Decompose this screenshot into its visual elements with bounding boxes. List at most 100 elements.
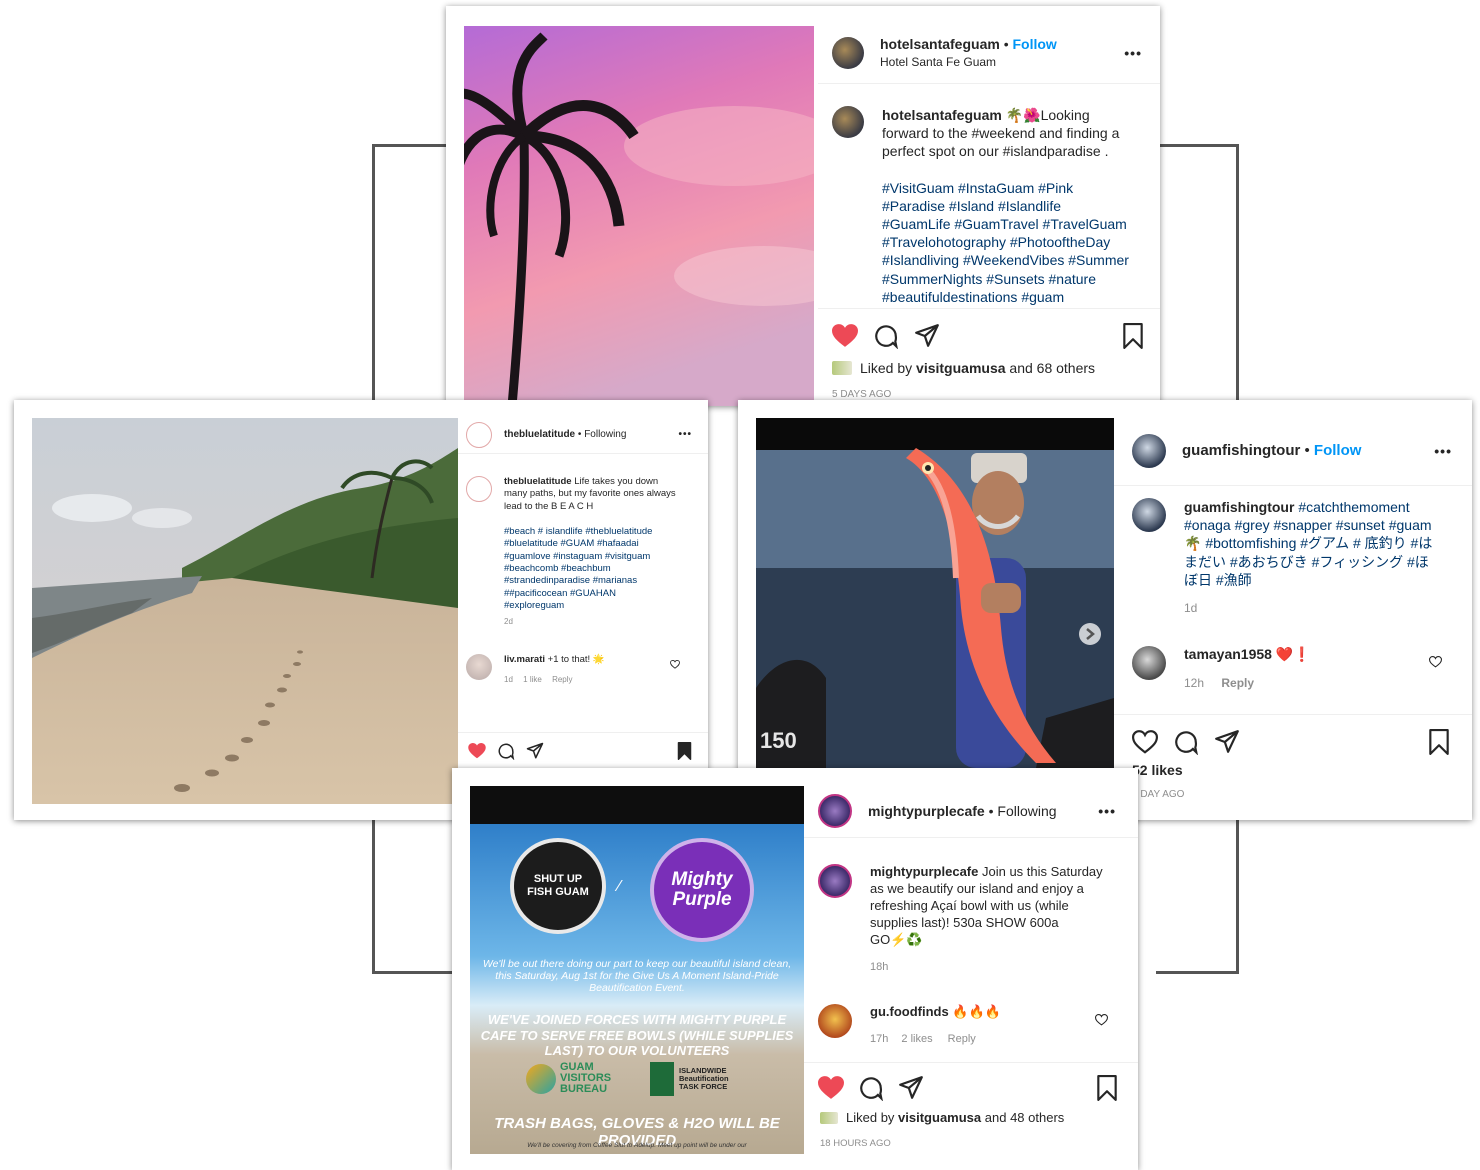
caption-username[interactable]: guamfishingtour	[1184, 499, 1294, 515]
username-link[interactable]: thebluelatitude	[504, 429, 575, 440]
bookmark-icon[interactable]	[1122, 322, 1144, 349]
likes-summary: Liked by visitguamusa and 68 others	[818, 360, 1160, 376]
avatar[interactable]	[818, 793, 852, 828]
avatar[interactable]	[466, 476, 492, 502]
heart-icon[interactable]	[1132, 729, 1158, 754]
share-icon[interactable]	[526, 742, 544, 760]
post-photo-cleanup-poster[interactable]: SHUT UP FISH GUAM ⁄ Mighty Purple We'll …	[470, 786, 804, 1154]
comment-username[interactable]: liv.marati	[504, 654, 545, 665]
comment-username[interactable]: gu.foodfinds	[870, 1004, 949, 1019]
avatar[interactable]	[466, 654, 492, 680]
follow-button[interactable]: Follow	[1013, 36, 1057, 52]
comment-likes[interactable]: 1 like	[523, 675, 542, 684]
post-card-mightypurplecafe: SHUT UP FISH GUAM ⁄ Mighty Purple We'll …	[452, 768, 1138, 1170]
action-bar	[804, 1062, 1138, 1112]
caption-username[interactable]: hotelsantafeguam	[882, 107, 1002, 123]
heart-icon[interactable]	[818, 1075, 844, 1100]
avatar[interactable]	[832, 36, 864, 69]
following-button[interactable]: Following	[584, 429, 626, 440]
comment-row: tamayan1958 ❤️❗ 12h Reply	[1114, 646, 1472, 690]
more-options-icon[interactable]: •••	[678, 429, 692, 440]
liked-by-suffix[interactable]: and 48 others	[985, 1110, 1065, 1125]
comment-like-heart-icon[interactable]	[1429, 656, 1442, 668]
caption-age: 18h	[870, 961, 889, 974]
reply-button[interactable]: Reply	[1221, 676, 1254, 690]
post-photo-palm-sunset[interactable]	[464, 26, 814, 406]
post-sidebar: thebluelatitude • Following ••• thebluel…	[458, 400, 708, 820]
poster-line-1: We'll be out there doing our part to kee…	[482, 958, 792, 995]
avatar[interactable]	[818, 1004, 852, 1038]
share-icon[interactable]	[914, 323, 940, 349]
comment-text: 🔥🔥🔥	[952, 1004, 1001, 1019]
avatar[interactable]	[1132, 646, 1166, 680]
post-photo-beach-footprints[interactable]	[32, 418, 458, 804]
bookmark-icon[interactable]	[1096, 1074, 1118, 1101]
liked-by-user[interactable]: visitguamusa	[916, 360, 1005, 376]
post-caption: hotelsantafeguam 🌴🌺Looking forward to th…	[818, 106, 1160, 306]
comment-like-heart-icon[interactable]	[1095, 1014, 1108, 1026]
action-bar	[1114, 714, 1472, 768]
heart-icon[interactable]	[468, 742, 486, 759]
ibt-logo-icon	[650, 1062, 674, 1096]
more-options-icon[interactable]: •••	[1434, 443, 1452, 459]
more-options-icon[interactable]: •••	[1098, 803, 1116, 819]
post-card-thebluelatitude: thebluelatitude • Following ••• thebluel…	[14, 400, 708, 820]
reply-button[interactable]: Reply	[552, 675, 572, 684]
caption-username[interactable]: mightypurplecafe	[870, 864, 978, 879]
comment-like-heart-icon[interactable]	[670, 660, 680, 669]
caption-username[interactable]: thebluelatitude	[504, 476, 572, 487]
post-date: 5 DAYS AGO	[832, 389, 892, 400]
bookmark-icon[interactable]	[677, 741, 692, 760]
beach-illustration	[32, 418, 458, 804]
more-options-icon[interactable]: •••	[1124, 45, 1142, 61]
next-arrow-icon[interactable]	[1079, 623, 1101, 645]
heart-icon[interactable]	[832, 323, 858, 348]
reply-button[interactable]: Reply	[948, 1033, 976, 1045]
poster-logo-mightypurple: Mighty Purple	[650, 838, 754, 942]
likes-count[interactable]: 52 likes	[1114, 762, 1472, 778]
post-photo-fisherman-snapper[interactable]: 150	[756, 418, 1114, 768]
avatar[interactable]	[832, 106, 864, 138]
username-link[interactable]: guamfishingtour	[1182, 442, 1300, 459]
post-sidebar: hotelsantafeguam • Follow Hotel Santa Fe…	[818, 6, 1160, 406]
share-icon[interactable]	[898, 1075, 924, 1101]
comment-icon[interactable]	[497, 742, 515, 760]
comment-icon[interactable]	[873, 323, 899, 349]
comment-text: ❤️❗	[1275, 646, 1311, 662]
avatar[interactable]	[1132, 498, 1166, 532]
follow-button[interactable]: Follow	[1314, 442, 1362, 459]
liked-by-prefix: Liked by	[860, 360, 913, 376]
liked-by-user[interactable]: visitguamusa	[898, 1110, 981, 1125]
poster-x-mark: ⁄	[618, 878, 621, 895]
following-button[interactable]: Following	[997, 803, 1056, 819]
post-caption: thebluelatitude Life takes you down many…	[458, 476, 708, 628]
username-link[interactable]: mightypurplecafe	[868, 803, 985, 819]
avatar[interactable]	[1132, 433, 1166, 468]
comment-age: 17h	[870, 1033, 889, 1045]
caption-hashtags[interactable]: #beach # islandlife #thebluelatitude #bl…	[504, 526, 676, 612]
share-icon[interactable]	[1214, 729, 1240, 755]
username-link[interactable]: hotelsantafeguam	[880, 36, 1000, 52]
comment-likes[interactable]: 2 likes	[901, 1033, 932, 1045]
comment-age: 1d	[504, 675, 513, 684]
liker-avatar[interactable]	[820, 1111, 838, 1124]
comment-icon[interactable]	[858, 1075, 884, 1101]
likes-summary: Liked by visitguamusa and 48 others	[804, 1110, 1138, 1125]
fisherman-illustration: 150	[756, 418, 1114, 768]
comment-text: +1 to that! 🌟	[547, 654, 605, 665]
comment-icon[interactable]	[1173, 729, 1199, 755]
liked-by-prefix: Liked by	[846, 1110, 895, 1125]
liker-avatar[interactable]	[832, 361, 852, 375]
avatar[interactable]	[818, 864, 852, 898]
post-header: guamfishingtour • Follow •••	[1114, 416, 1472, 486]
palm-sunset-illustration	[464, 26, 814, 406]
liked-by-suffix[interactable]: and 68 others	[1009, 360, 1095, 376]
post-header: mightypurplecafe • Following •••	[804, 784, 1138, 838]
post-caption: mightypurplecafe Join us this Saturday a…	[804, 864, 1138, 975]
comment-username[interactable]: tamayan1958	[1184, 646, 1272, 662]
post-card-guamfishingtour: 150 guamfishingtour • Follow ••• guamfis…	[738, 400, 1472, 820]
bookmark-icon[interactable]	[1428, 728, 1450, 755]
avatar[interactable]	[466, 421, 492, 448]
caption-hashtags[interactable]: #VisitGuam #InstaGuam #Pink #Paradise #I…	[882, 179, 1132, 306]
location-link[interactable]: Hotel Santa Fe Guam	[880, 55, 1057, 69]
